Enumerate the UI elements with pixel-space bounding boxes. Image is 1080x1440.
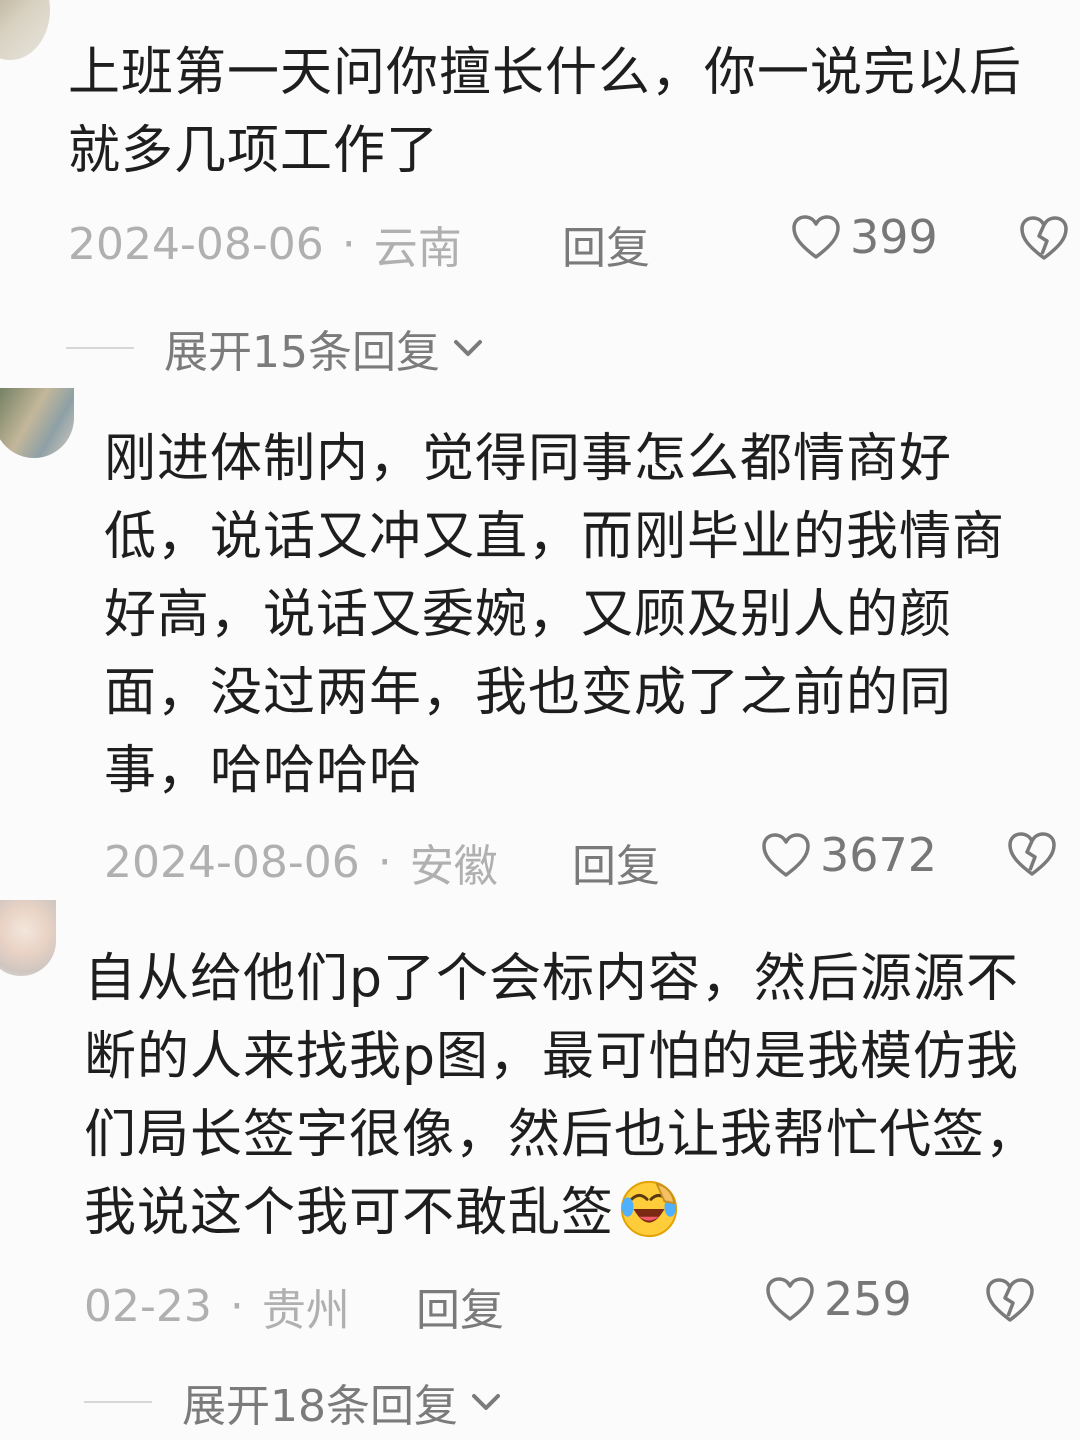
comment-location: 贵州 (261, 1285, 350, 1336)
expand-replies-label: 展开18条回复 (182, 1381, 458, 1432)
expand-replies[interactable]: 展开18条回复 (84, 1370, 504, 1434)
like-count: 3672 (820, 828, 938, 882)
reply-button[interactable]: 回复 (572, 830, 660, 894)
expand-replies-label: 展开15条回复 (164, 327, 440, 378)
broken-heart-icon (1008, 832, 1056, 876)
broken-heart-icon (1020, 216, 1068, 260)
comment-date: 2024-08-06 (104, 836, 360, 888)
chevron-down-icon (454, 340, 482, 356)
meta-separator: · (229, 1280, 244, 1332)
comment-text: 刚进体制内，觉得同事怎么都情商好低，说话又冲又直，而刚毕业的我情商好高，说话又委… (104, 429, 1006, 801)
comment-meta: 02-23 · 贵州 (84, 1274, 350, 1338)
reply-button[interactable]: 回复 (562, 212, 650, 276)
meta-separator: · (341, 218, 356, 270)
divider-line (66, 347, 134, 349)
comment-date: 02-23 (84, 1280, 212, 1332)
dislike-button[interactable] (984, 1276, 1036, 1328)
like-button[interactable]: 259 (764, 1272, 912, 1326)
heart-outline-icon (762, 833, 810, 877)
avatar[interactable] (0, 0, 50, 60)
comment-date: 2024-08-06 (68, 218, 324, 270)
avatar[interactable] (0, 388, 74, 458)
avatar[interactable] (0, 900, 56, 976)
laughing-crying-emoji (620, 1180, 678, 1238)
comment-text-content: 自从给他们p了个会标内容，然后源源不断的人来找我p图，最可怕的是我模仿我们局长签… (84, 949, 1039, 1243)
comment-meta: 2024-08-06 · 云南 (68, 212, 462, 276)
meta-separator: · (377, 836, 392, 888)
divider-line (84, 1401, 152, 1403)
heart-outline-icon (792, 215, 840, 259)
expand-replies[interactable]: 展开15条回复 (66, 316, 486, 380)
comment-location: 云南 (373, 223, 462, 274)
like-button[interactable]: 3672 (760, 828, 937, 882)
comment-location: 安徽 (409, 841, 498, 892)
like-count: 399 (850, 210, 938, 264)
reply-button[interactable]: 回复 (416, 1274, 504, 1338)
comment-text: 自从给他们p了个会标内容，然后源源不断的人来找我p图，最可怕的是我模仿我们局长签… (84, 940, 1044, 1252)
dislike-button[interactable] (1006, 830, 1058, 882)
like-count: 259 (824, 1272, 912, 1326)
dislike-button[interactable] (1018, 214, 1070, 266)
comment-text: 上班第一天问你擅长什么，你一说完以后就多几项工作了 (68, 43, 1023, 181)
like-button[interactable]: 399 (790, 210, 938, 264)
broken-heart-icon (986, 1278, 1034, 1322)
heart-outline-icon (766, 1277, 814, 1321)
comment-meta: 2024-08-06 · 安徽 (104, 830, 498, 894)
chevron-down-icon (472, 1394, 500, 1410)
